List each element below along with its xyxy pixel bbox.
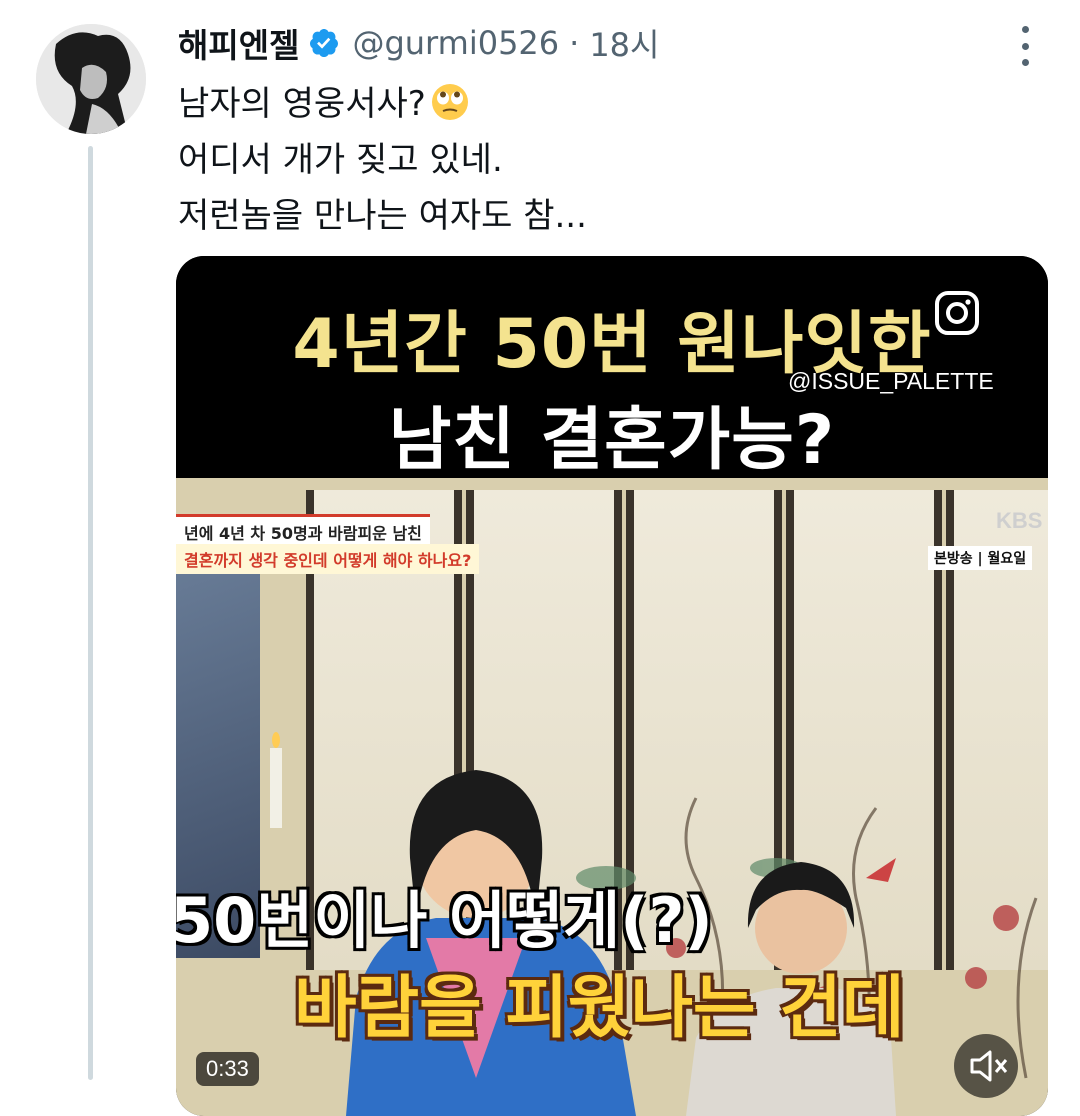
video-title-band: 4년간 50번 원나잇한 남친 결혼가능? @ISSUE_PALETTE <box>176 256 1048 480</box>
face-with-rolling-eyes-icon <box>431 84 468 120</box>
channel-logo: KBS <box>996 508 1043 533</box>
tweet-line-2: 어디서 개가 짖고 있네. <box>178 140 503 180</box>
thread-connector-line <box>88 146 93 1080</box>
more-options-icon[interactable] <box>1014 26 1036 66</box>
broadcast-schedule-tag: 본방송 | 월요일 <box>928 546 1033 570</box>
verified-badge-icon <box>310 29 339 57</box>
more-dot <box>1021 59 1029 66</box>
author-avatar[interactable] <box>36 24 146 134</box>
speaker-muted-icon <box>970 1050 1008 1082</box>
instagram-icon <box>935 291 979 335</box>
video-frame: 년에 4년 차 50명과 바람피운 남친 결혼까지 생각 중인데 어떻게 해야 … <box>176 478 1048 1116</box>
tweet-header: 해피엔젤 @gurmi0526 · 18시 <box>178 18 659 68</box>
tweet-timestamp[interactable]: 18시 <box>589 20 659 66</box>
subtitle-line-1: 50번이나 어떻게(?) <box>176 884 713 957</box>
mute-button[interactable] <box>954 1034 1018 1098</box>
author-name[interactable]: 해피엔젤 <box>178 19 299 67</box>
subtitle-line-2: 바람을 피웠나는 건데 <box>294 969 905 1048</box>
tweet-line-1: 남자의 영웅서사? <box>178 76 1018 132</box>
tweet-line-3: 저런놈을 만나는 여자도 참... <box>178 196 587 236</box>
video-title-line-2: 남친 결혼가능? <box>388 401 836 480</box>
more-dot <box>1021 26 1029 33</box>
avatar-image <box>36 24 146 134</box>
program-caption-line-2: 결혼까지 생각 중인데 어떻게 해야 하나요? <box>176 544 480 574</box>
author-handle[interactable]: @gurmi0526 <box>352 24 559 62</box>
video-player[interactable]: 4년간 50번 원나잇한 남친 결혼가능? @ISSUE_PALETTE 년에 … <box>176 256 1048 1116</box>
video-watermark: @ISSUE_PALETTE <box>788 368 994 394</box>
more-dot <box>1021 42 1029 50</box>
video-time-label: 0:33 <box>196 1052 259 1086</box>
meta-separator: · <box>569 24 580 62</box>
tweet-body: 남자의 영웅서사? 어디서 개가 짖고 있네. 저런놈을 만나는 여자도 참..… <box>178 76 1018 244</box>
program-caption-line-1: 년에 4년 차 50명과 바람피운 남친 <box>176 514 430 548</box>
